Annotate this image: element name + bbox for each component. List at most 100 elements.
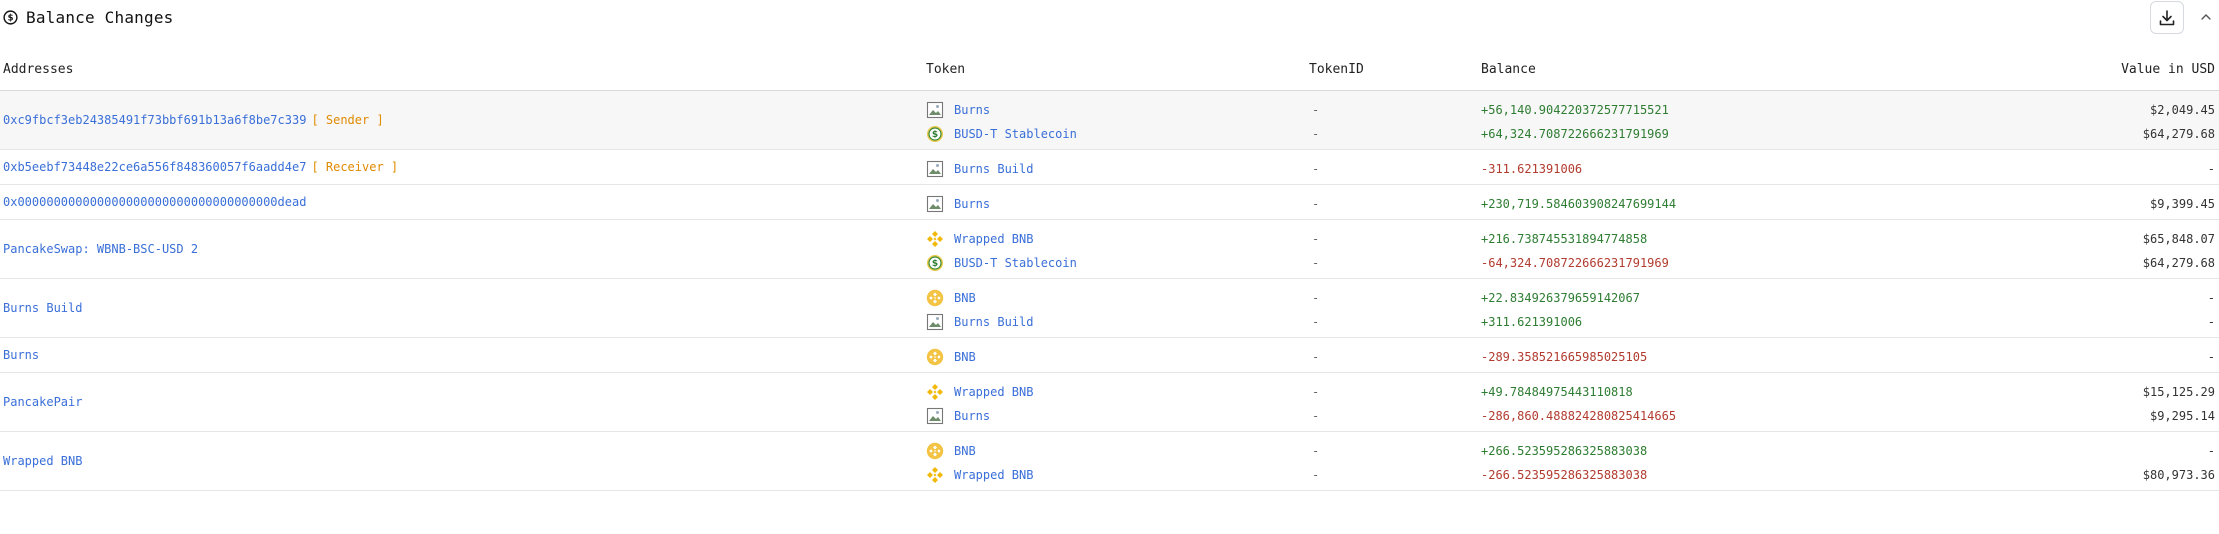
- table-row: 0x000000000000000000000000000000000000de…: [0, 185, 2219, 220]
- value-usd-cell: $64,279.68: [2142, 256, 2215, 270]
- value-usd-cell: -: [2207, 291, 2215, 305]
- token-link[interactable]: Burns: [954, 197, 990, 211]
- value-usd-cell: $64,279.68: [2142, 127, 2215, 141]
- token-id-cell: -: [1312, 350, 1320, 364]
- token-cell: Burns Build: [926, 310, 1033, 334]
- table-body: 0xc9fbcf3eb24385491f73bbf691b13a6f8be7c3…: [0, 91, 2219, 491]
- balance-cell: +216.738745531894774858: [1481, 232, 1648, 246]
- value-usd-cell: $9,295.14: [2149, 409, 2215, 423]
- token-cell: $ BUSD-T Stablecoin: [926, 251, 1077, 275]
- col-token: Token: [926, 62, 966, 77]
- busd-icon: $: [926, 254, 944, 272]
- token-line: Burns Build - +311.621391006 -: [0, 310, 2219, 334]
- token-id-cell: -: [1312, 162, 1320, 176]
- bnb-icon: [926, 230, 944, 248]
- token-link[interactable]: BNB: [954, 291, 976, 305]
- balance-cell: +266.523595286325883038: [1481, 444, 1648, 458]
- balance-cell: -64,324.708722666231791969: [1481, 256, 1669, 270]
- token-link[interactable]: Wrapped BNB: [954, 468, 1033, 482]
- token-line: Wrapped BNB - +49.78484975443110818 $15,125…: [0, 380, 2219, 404]
- token-cell: Wrapped BNB: [926, 380, 1033, 404]
- table-row: PancakePair Wrapped BNB - +49.7848497544311…: [0, 373, 2219, 432]
- collapse-button[interactable]: [2197, 8, 2215, 26]
- token-line: Wrapped BNB - -266.523595286325883038 $80,9…: [0, 463, 2219, 487]
- bnb-coin-icon: [926, 348, 944, 366]
- token-id-cell: -: [1312, 127, 1320, 141]
- token-line: BNB - +22.834926379659142067 -: [0, 286, 2219, 310]
- token-id-cell: -: [1312, 409, 1320, 423]
- table-header: Addresses Token TokenID Balance Value in…: [0, 36, 2219, 91]
- value-usd-cell: -: [2207, 162, 2215, 176]
- table-row: Wrapped BNB BNB - +266.523595286325883038- W…: [0, 432, 2219, 491]
- token-link[interactable]: BNB: [954, 350, 976, 364]
- token-id-cell: -: [1312, 468, 1320, 482]
- value-usd-cell: $65,848.07: [2142, 232, 2215, 246]
- image-placeholder-icon: [926, 313, 944, 331]
- balance-cell: -289.358521665985025105: [1481, 350, 1648, 364]
- token-line: Burns - +230,719.584603908247699144 $9,399.…: [0, 192, 2219, 216]
- token-id-cell: -: [1312, 291, 1320, 305]
- token-link[interactable]: Wrapped BNB: [954, 385, 1033, 399]
- col-addresses: Addresses: [3, 62, 74, 77]
- download-button[interactable]: [2150, 1, 2184, 34]
- token-id-cell: -: [1312, 444, 1320, 458]
- value-usd-cell: $2,049.45: [2149, 103, 2215, 117]
- bnb-coin-icon: [926, 442, 944, 460]
- token-link[interactable]: Burns Build: [954, 315, 1033, 329]
- token-line: Burns - -286,860.488824280825414665 $9,295.…: [0, 404, 2219, 428]
- value-usd-cell: -: [2207, 315, 2215, 329]
- token-link[interactable]: Burns: [954, 103, 990, 117]
- token-id-cell: -: [1312, 232, 1320, 246]
- token-link[interactable]: Wrapped BNB: [954, 232, 1033, 246]
- token-line: BNB - -289.358521665985025105 -: [0, 345, 2219, 369]
- balance-cell: +49.78484975443110818: [1481, 385, 1633, 399]
- value-usd-cell: $9,399.45: [2149, 197, 2215, 211]
- balance-cell: -286,860.488824280825414665: [1481, 409, 1677, 423]
- balance-cell: +311.621391006: [1481, 315, 1583, 329]
- token-link[interactable]: Burns Build: [954, 162, 1033, 176]
- image-placeholder-icon: [926, 101, 944, 119]
- token-link[interactable]: BUSD-T Stablecoin: [954, 256, 1077, 270]
- token-cell: Burns Build: [926, 157, 1033, 181]
- token-cell: $ BUSD-T Stablecoin: [926, 122, 1077, 146]
- token-link[interactable]: BNB: [954, 444, 976, 458]
- download-icon: [2159, 9, 2175, 25]
- value-usd-cell: -: [2207, 350, 2215, 364]
- token-id-cell: -: [1312, 385, 1320, 399]
- token-cell: Wrapped BNB: [926, 227, 1033, 251]
- token-line: $ BUSD-T Stablecoin - +64,324.7087226662317…: [0, 122, 2219, 146]
- value-usd-cell: -: [2207, 444, 2215, 458]
- col-value-usd: Value in USD: [2121, 62, 2215, 77]
- table-row: PancakeSwap: WBNB-BSC-USD 2 Wrapped BNB - +…: [0, 220, 2219, 279]
- svg-text:$: $: [932, 259, 938, 269]
- col-token-id: TokenID: [1309, 62, 1364, 77]
- token-cell: Burns: [926, 404, 990, 428]
- image-placeholder-icon: [926, 407, 944, 425]
- table-row: 0xc9fbcf3eb24385491f73bbf691b13a6f8be7c3…: [0, 91, 2219, 150]
- token-cell: Wrapped BNB: [926, 463, 1033, 487]
- image-placeholder-icon: [926, 195, 944, 213]
- chevron-up-icon: [2201, 14, 2211, 20]
- bnb-icon: [926, 383, 944, 401]
- balance-cell: +56,140.904220372577715521: [1481, 103, 1669, 117]
- token-line: $ BUSD-T Stablecoin - -64,324.7087226662317…: [0, 251, 2219, 275]
- token-line: Burns Build - -311.621391006 -: [0, 157, 2219, 181]
- section-title: Balance Changes: [26, 8, 174, 27]
- token-cell: Burns: [926, 98, 990, 122]
- balance-cell: -266.523595286325883038: [1481, 468, 1648, 482]
- balance-cell: +22.834926379659142067: [1481, 291, 1640, 305]
- token-line: Wrapped BNB - +216.738745531894774858 $65,8…: [0, 227, 2219, 251]
- title-wrap: $ Balance Changes: [3, 8, 174, 27]
- balance-coin-icon: $: [3, 10, 18, 25]
- value-usd-cell: $15,125.29: [2142, 385, 2215, 399]
- section-header: $ Balance Changes: [0, 0, 2219, 36]
- token-cell: BNB: [926, 286, 976, 310]
- token-link[interactable]: BUSD-T Stablecoin: [954, 127, 1077, 141]
- balance-cell: +230,719.584603908247699144: [1481, 197, 1677, 211]
- token-id-cell: -: [1312, 315, 1320, 329]
- token-link[interactable]: Burns: [954, 409, 990, 423]
- value-usd-cell: $80,973.36: [2142, 468, 2215, 482]
- token-line: Burns - +56,140.904220372577715521 $2,049.4…: [0, 98, 2219, 122]
- bnb-icon: [926, 466, 944, 484]
- table-row: Burns BNB - -289.358521665985025105-: [0, 338, 2219, 373]
